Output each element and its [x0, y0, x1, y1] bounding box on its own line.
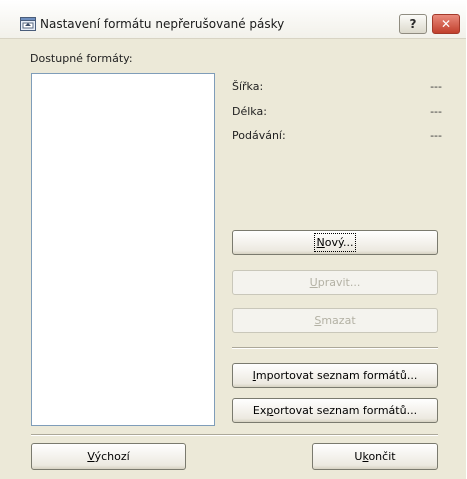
- close-icon: ✕: [440, 17, 452, 31]
- buttons-separator: [232, 347, 438, 349]
- edit-format-label: Upravit...: [309, 276, 361, 289]
- footer-separator: [31, 434, 438, 436]
- delete-format-label: Smazat: [314, 314, 356, 327]
- tape-format-dialog: Nastavení formátu nepřerušované pásky ? …: [0, 0, 466, 479]
- import-formats-label: Importovat seznam formátů...: [252, 369, 418, 382]
- feed-value: ---: [430, 129, 442, 142]
- new-format-button[interactable]: Nový...: [232, 230, 438, 255]
- available-formats-label: Dostupné formáty:: [30, 52, 133, 65]
- export-formats-button[interactable]: Exportovat seznam formátů...: [232, 398, 438, 423]
- import-formats-button[interactable]: Importovat seznam formátů...: [232, 363, 438, 388]
- length-value: ---: [430, 105, 442, 118]
- title-bar[interactable]: Nastavení formátu nepřerušované pásky ? …: [0, 0, 466, 39]
- help-icon: ?: [409, 17, 417, 31]
- delete-format-button[interactable]: Smazat: [232, 308, 438, 333]
- help-button[interactable]: ?: [399, 14, 427, 34]
- width-label: Šířka:: [232, 80, 264, 93]
- close-window-button[interactable]: ✕: [432, 14, 460, 34]
- edit-format-button[interactable]: Upravit...: [232, 270, 438, 295]
- close-button[interactable]: Ukončit: [312, 443, 438, 470]
- length-label: Délka:: [232, 105, 267, 118]
- default-button[interactable]: Výchozí: [31, 443, 186, 470]
- export-formats-label: Exportovat seznam formátů...: [252, 404, 418, 417]
- default-label: Výchozí: [87, 450, 130, 463]
- close-label: Ukončit: [354, 450, 396, 463]
- app-window-icon: [20, 17, 36, 31]
- formats-listbox[interactable]: [31, 73, 215, 426]
- window-title: Nastavení formátu nepřerušované pásky: [40, 17, 285, 31]
- feed-label: Podávání:: [232, 129, 286, 142]
- width-value: ---: [430, 80, 442, 93]
- new-format-label: Nový...: [313, 233, 357, 252]
